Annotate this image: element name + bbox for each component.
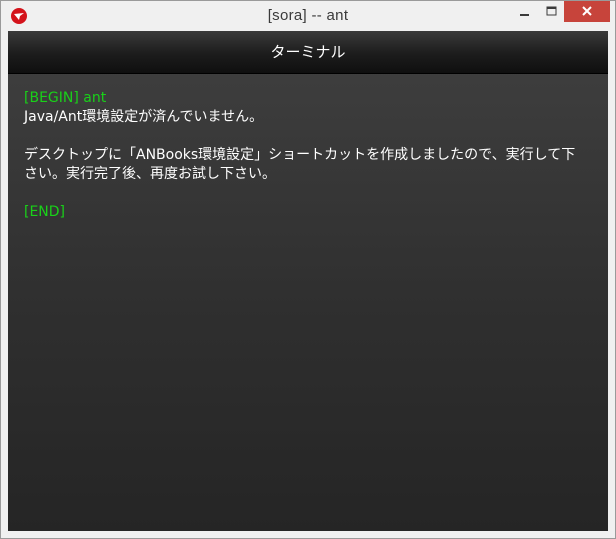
close-icon xyxy=(582,6,592,16)
page-title: ターミナル xyxy=(270,43,346,61)
application-window: [sora] -- ant ターミナル [BEGIN] ant Java/Ant… xyxy=(0,0,616,539)
terminal-end-line: [END] xyxy=(24,204,66,220)
terminal-instruction-line: デスクトップに「ANBooks環境設定」ショートカットを作成しましたので、実行し… xyxy=(24,147,576,182)
close-button[interactable] xyxy=(564,1,610,22)
minimize-icon xyxy=(520,14,529,16)
minimize-button[interactable] xyxy=(511,1,538,22)
terminal-message-line: Java/Ant環境設定が済んでいません。 xyxy=(24,109,264,125)
terminal-output: [BEGIN] ant Java/Ant環境設定が済んでいません。 デスクトップ… xyxy=(24,89,584,222)
header-bar: ターミナル xyxy=(8,31,608,74)
title-bar[interactable]: [sora] -- ant xyxy=(1,1,615,31)
terminal-panel: ターミナル [BEGIN] ant Java/Ant環境設定が済んでいません。 … xyxy=(8,31,608,531)
maximize-button[interactable] xyxy=(538,1,565,22)
terminal-begin-line: [BEGIN] ant xyxy=(24,90,107,106)
maximize-icon xyxy=(546,6,557,16)
